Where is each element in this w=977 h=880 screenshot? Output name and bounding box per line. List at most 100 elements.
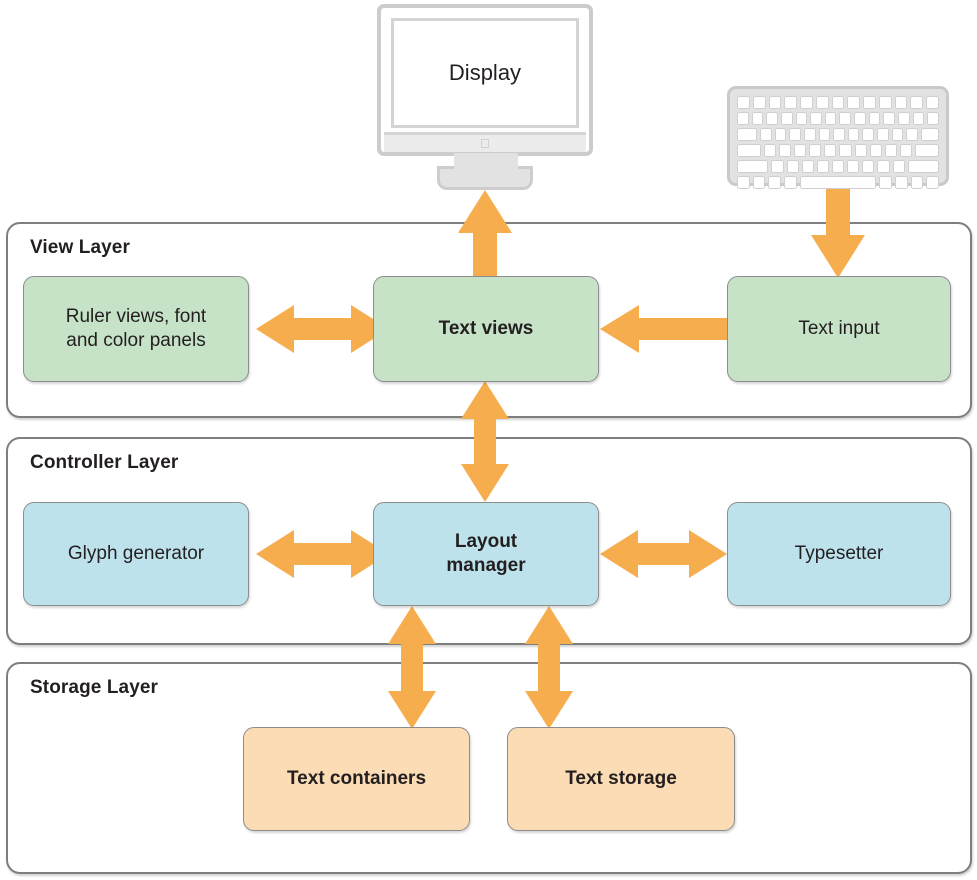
node-glyph-generator[interactable]: Glyph generator [23, 502, 249, 606]
keyboard-icon [727, 86, 949, 189]
diagram-canvas: View Layer Controller Layer Storage Laye… [0, 0, 977, 880]
keyboard-key [752, 176, 766, 189]
keyboard-key [794, 144, 807, 157]
keyboard-key [847, 128, 860, 141]
keyboard-key [786, 160, 799, 173]
node-text-containers[interactable]: Text containers [243, 727, 470, 831]
keyboard-key [768, 96, 782, 109]
display-icon: Display  [377, 4, 593, 190]
keyboard-key [760, 128, 772, 141]
keyboard-key [779, 144, 792, 157]
keyboard-row [737, 112, 939, 125]
keyboard-key [751, 112, 764, 125]
controller-layer-title: Controller Layer [30, 452, 179, 473]
keyboard-key [768, 176, 782, 189]
keyboard-key [737, 96, 750, 109]
keyboard-key [809, 144, 822, 157]
keyboard-key [879, 176, 893, 189]
keyboard-key [883, 112, 896, 125]
node-typesetter-label: Typesetter [794, 542, 884, 564]
keyboard-key [799, 176, 877, 189]
keyboard-key [926, 176, 940, 189]
keyboard-key [926, 96, 939, 109]
display-stand [437, 153, 533, 190]
keyboard-key [892, 160, 905, 173]
node-layout-manager-label: Layout manager [446, 530, 526, 576]
keyboard-key [891, 128, 904, 141]
node-text-containers-label: Text containers [286, 767, 427, 789]
keyboard-key [898, 112, 910, 125]
keyboard-key [847, 96, 861, 109]
display-screen: Display [391, 18, 579, 128]
keyboard-key [771, 160, 784, 173]
keyboard-key [876, 128, 889, 141]
keyboard-key [795, 112, 808, 125]
node-text-storage-label: Text storage [565, 767, 677, 789]
keyboard-key [910, 176, 924, 189]
keyboard-key [862, 160, 875, 173]
apple-logo-icon:  [480, 137, 490, 150]
keyboard-row [737, 144, 939, 157]
keyboard-key [831, 96, 845, 109]
keyboard-key [804, 128, 816, 141]
node-ruler-views[interactable]: Ruler views, font and color panels [23, 276, 249, 382]
keyboard-key [784, 176, 797, 189]
keyboard-key [862, 128, 874, 141]
keyboard-key [774, 128, 787, 141]
keyboard-key [894, 96, 908, 109]
keyboard-row [737, 128, 940, 141]
keyboard-key [920, 128, 940, 141]
keyboard-key [784, 96, 798, 109]
keyboard-key [914, 144, 939, 157]
storage-layer-container: Storage Layer [6, 662, 972, 874]
node-text-input[interactable]: Text input [727, 276, 951, 382]
display-bezel: Display  [377, 4, 593, 156]
node-layout-manager[interactable]: Layout manager [373, 502, 599, 606]
keyboard-key [906, 128, 918, 141]
keyboard-row [737, 176, 940, 189]
keyboard-key [839, 144, 852, 157]
keyboard-key [737, 160, 769, 173]
keyboard-key [737, 112, 749, 125]
keyboard-key [764, 144, 777, 157]
keyboard-row [737, 96, 939, 109]
keyboard-key [816, 160, 829, 173]
node-text-storage[interactable]: Text storage [507, 727, 735, 831]
display-label: Display [448, 60, 522, 85]
keyboard-key [863, 96, 876, 109]
keyboard-key [854, 112, 866, 125]
keyboard-key [831, 160, 845, 173]
keyboard-key [800, 96, 813, 109]
storage-layer-title: Storage Layer [30, 677, 159, 698]
keyboard-key [895, 176, 908, 189]
node-text-views[interactable]: Text views [373, 276, 599, 382]
node-text-input-label: Text input [798, 317, 880, 339]
keyboard-key [824, 112, 837, 125]
keyboard-key [912, 112, 925, 125]
keyboard-key [737, 144, 762, 157]
node-typesetter[interactable]: Typesetter [727, 502, 951, 606]
keyboard-key [780, 112, 793, 125]
keyboard-key [927, 112, 939, 125]
keyboard-key [833, 128, 845, 141]
keyboard-key [899, 144, 912, 157]
keyboard-key [737, 128, 758, 141]
view-layer-title: View Layer [30, 237, 130, 258]
keyboard-key [869, 144, 882, 157]
display-chin:  [384, 132, 586, 152]
keyboard-row [737, 160, 940, 173]
keyboard-key [854, 144, 867, 157]
keyboard-key [877, 160, 890, 173]
keyboard-key [868, 112, 881, 125]
keyboard-key [824, 144, 837, 157]
node-text-views-label: Text views [438, 317, 534, 339]
keyboard-key [810, 112, 822, 125]
keyboard-key [737, 176, 750, 189]
keyboard-key [818, 128, 831, 141]
node-glyph-generator-label: Glyph generator [67, 542, 205, 564]
keyboard-key [801, 160, 814, 173]
keyboard-key [884, 144, 897, 157]
keyboard-key [847, 160, 860, 173]
keyboard-key [839, 112, 852, 125]
keyboard-key [878, 96, 892, 109]
